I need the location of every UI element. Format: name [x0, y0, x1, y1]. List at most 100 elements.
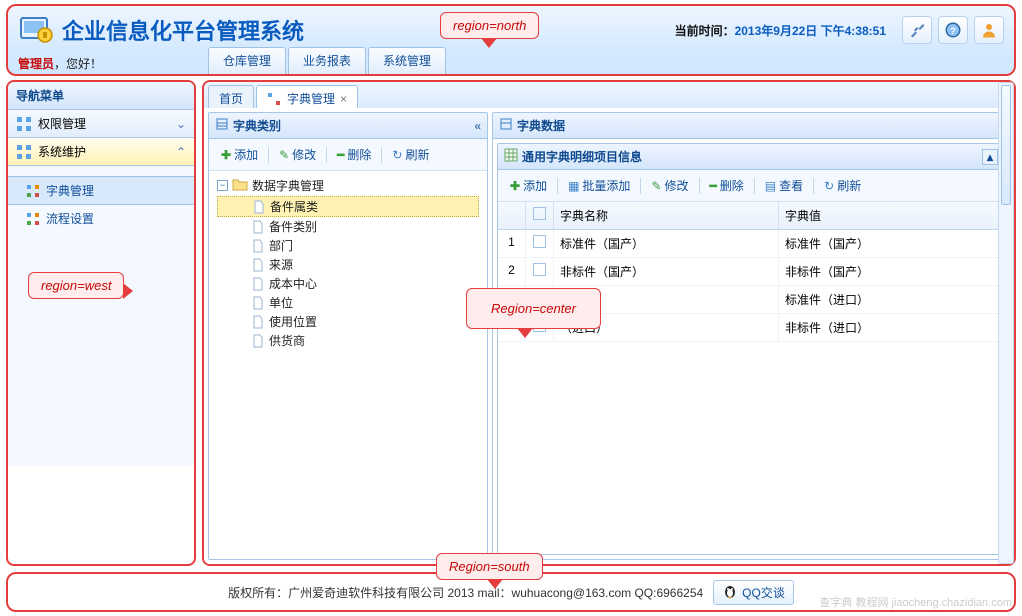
- west-region: 导航菜单 权限管理 ⌄ 系统维护 ⌃ 字典管理 流程设置: [6, 80, 196, 566]
- view-icon: ▤: [765, 179, 776, 193]
- time-value: 2013年9月22日 下午4:38:51: [735, 24, 886, 38]
- tree-node[interactable]: 备件类别: [217, 217, 479, 236]
- cell-value: 非标件（进口）: [779, 314, 1004, 341]
- grid-header: 字典名称 字典值: [498, 202, 1004, 230]
- cell-checkbox[interactable]: [526, 230, 554, 257]
- cell-rownum: 1: [498, 230, 526, 257]
- greeting-user: 管理员: [18, 55, 54, 72]
- tree-icon: [267, 92, 281, 106]
- app-title: 企业信息化平台管理系统: [62, 14, 304, 46]
- nav-group-maintenance[interactable]: 系统维护 ⌃: [8, 138, 194, 166]
- folder-open-icon: [232, 177, 248, 194]
- nav-item-workflow[interactable]: 流程设置: [8, 205, 194, 232]
- tree-node[interactable]: 单位: [217, 293, 479, 312]
- tree-node[interactable]: 来源: [217, 255, 479, 274]
- delete-button[interactable]: ━删除: [331, 143, 377, 166]
- panel-title: 字典类别: [233, 117, 281, 134]
- table-row[interactable]: 2非标件（国产）非标件（国产）: [498, 258, 1004, 286]
- inner-grid-panel: 通用字典明细项目信息 ▴ ✚添加 ▦批量添加 ✎修改 ━删除 ▤查看 ↻刷新: [497, 143, 1005, 555]
- nav-item-label: 流程设置: [46, 210, 94, 227]
- pencil-icon: ✎: [279, 148, 289, 162]
- cell-rownum: 2: [498, 258, 526, 285]
- nav-body: 字典管理 流程设置: [8, 166, 194, 466]
- file-icon: [251, 220, 265, 234]
- pencil-icon: ✎: [651, 179, 661, 193]
- refresh-button[interactable]: ↻刷新: [818, 174, 867, 197]
- tree-root[interactable]: − 数据字典管理: [217, 177, 479, 194]
- col-rownum: [498, 202, 526, 229]
- tree-node-label: 备件属类: [270, 198, 318, 215]
- callout-west: region=west: [28, 272, 124, 299]
- tree-icon: [26, 212, 40, 226]
- nav-group-label: 权限管理: [38, 115, 86, 132]
- collapse-icon[interactable]: −: [217, 180, 228, 191]
- close-icon[interactable]: ×: [340, 92, 347, 106]
- table-row[interactable]: 1标准件（国产）标准件（国产）: [498, 230, 1004, 258]
- refresh-button[interactable]: ↻刷新: [386, 143, 435, 166]
- refresh-icon: ↻: [392, 148, 402, 162]
- tree-node-label: 使用位置: [269, 313, 317, 330]
- list-icon: [499, 117, 513, 134]
- qq-chat-button[interactable]: QQ交谈: [713, 580, 794, 605]
- add-button[interactable]: ✚添加: [215, 143, 264, 166]
- plus-icon: ✚: [221, 148, 231, 162]
- batch-icon: ▦: [568, 179, 579, 193]
- collapse-up-icon[interactable]: ▴: [982, 149, 998, 165]
- tree-node-label: 部门: [269, 237, 293, 254]
- file-icon: [251, 258, 265, 272]
- tree-node[interactable]: 部门: [217, 236, 479, 255]
- top-tab-system[interactable]: 系统管理: [368, 47, 446, 74]
- view-button[interactable]: ▤查看: [759, 174, 809, 197]
- center-region: 首页 字典管理 × 字典类别 « ✚添加 ✎修改 ━删除 ↻刷新: [202, 80, 1016, 566]
- panel-dict-category: 字典类别 « ✚添加 ✎修改 ━删除 ↻刷新 − 数据字典管理 备件属类备件类别…: [208, 112, 488, 560]
- greeting-text: ，您好！: [54, 55, 102, 72]
- file-icon: [252, 200, 266, 214]
- batch-add-button[interactable]: ▦批量添加: [562, 174, 636, 197]
- tree-node[interactable]: 使用位置: [217, 312, 479, 331]
- app-logo-icon: [18, 12, 54, 48]
- minus-icon: ━: [710, 179, 717, 193]
- penguin-icon: [722, 583, 738, 602]
- settings-button[interactable]: [902, 16, 932, 44]
- tree-node-label: 成本中心: [269, 275, 317, 292]
- edit-button[interactable]: ✎修改: [273, 143, 322, 166]
- nav-group-permission[interactable]: 权限管理 ⌄: [8, 110, 194, 138]
- file-icon: [251, 296, 265, 310]
- panel-dict-data: 字典数据 通用字典明细项目信息 ▴ ✚添加 ▦批量添加 ✎修改 ━删除 ▤查看: [492, 112, 1010, 560]
- user-button[interactable]: [974, 16, 1004, 44]
- tree-node[interactable]: 供货商: [217, 331, 479, 350]
- top-tab-warehouse[interactable]: 仓库管理: [208, 47, 286, 74]
- col-checkbox[interactable]: [526, 202, 554, 229]
- tree-node[interactable]: 备件属类: [217, 196, 479, 217]
- time-label: 当前时间：2013年9月22日 下午4:38:51: [675, 22, 886, 39]
- vertical-scrollbar[interactable]: [998, 82, 1014, 564]
- col-value[interactable]: 字典值: [779, 202, 1004, 229]
- inner-title: 通用字典明细项目信息: [522, 148, 642, 165]
- top-tab-reports[interactable]: 业务报表: [288, 47, 366, 74]
- nav-item-dict[interactable]: 字典管理: [8, 176, 194, 205]
- add-button[interactable]: ✚添加: [504, 174, 553, 197]
- nav-title: 导航菜单: [8, 82, 194, 110]
- edit-button[interactable]: ✎修改: [645, 174, 694, 197]
- callout-center: Region=center: [466, 288, 601, 329]
- file-icon: [251, 315, 265, 329]
- cell-value: 标准件（国产）: [779, 230, 1004, 257]
- tree-node-label: 备件类别: [269, 218, 317, 235]
- svg-text:?: ?: [950, 26, 956, 36]
- chevron-down-icon: ⌄: [176, 117, 186, 131]
- collapse-left-icon[interactable]: «: [474, 119, 481, 133]
- delete-button[interactable]: ━删除: [704, 174, 750, 197]
- cell-value: 非标件（国产）: [779, 258, 1004, 285]
- refresh-icon: ↻: [824, 179, 834, 193]
- col-name[interactable]: 字典名称: [554, 202, 779, 229]
- nav-item-label: 字典管理: [46, 182, 94, 199]
- tree-icon: [26, 184, 40, 198]
- cell-value: 标准件（进口）: [779, 286, 1004, 313]
- help-button[interactable]: ?: [938, 16, 968, 44]
- cell-checkbox[interactable]: [526, 258, 554, 285]
- list-icon: [215, 117, 229, 134]
- file-icon: [251, 334, 265, 348]
- grid-icon: [16, 116, 32, 132]
- tree-node[interactable]: 成本中心: [217, 274, 479, 293]
- tree-node-label: 供货商: [269, 332, 305, 349]
